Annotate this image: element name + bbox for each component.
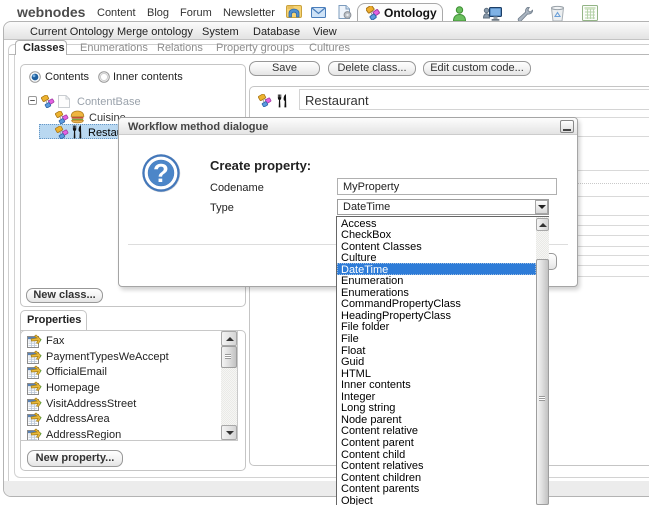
- svg-text:?: ?: [153, 158, 169, 188]
